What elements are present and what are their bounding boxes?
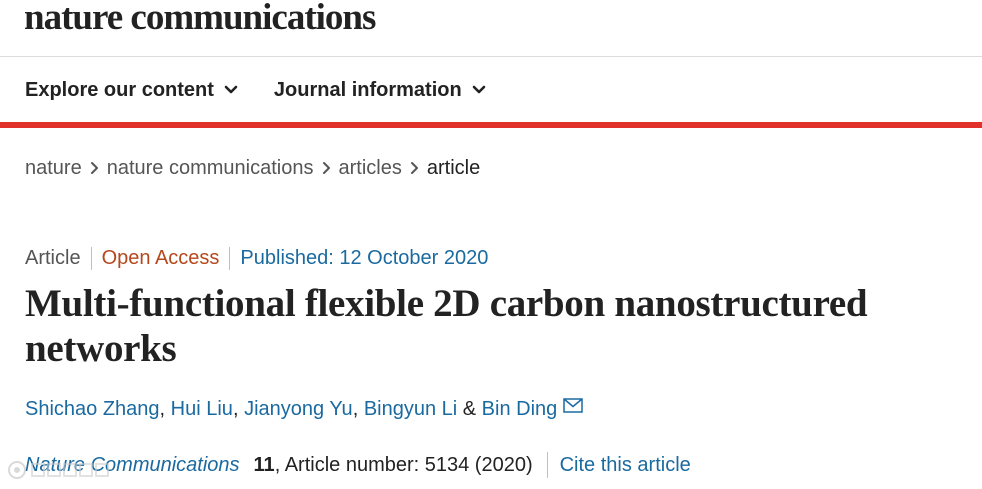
email-icon[interactable] xyxy=(563,397,584,413)
main-nav: Explore our content Journal information xyxy=(0,58,982,122)
explore-content-menu[interactable]: Explore our content xyxy=(25,79,238,102)
published-date: Published: 12 October 2020 xyxy=(240,246,489,269)
volume-number: 11 xyxy=(253,453,275,476)
citation-divider xyxy=(546,452,548,478)
watermark-logo xyxy=(8,461,109,479)
author-separator: , xyxy=(232,397,245,420)
journal-information-menu[interactable]: Journal information xyxy=(274,79,486,102)
chevron-down-icon xyxy=(472,85,486,94)
author-link[interactable]: Bin Ding xyxy=(482,398,558,421)
breadcrumb-article: article xyxy=(426,156,481,179)
explore-content-label: Explore our content xyxy=(25,78,214,101)
accent-bar xyxy=(0,122,982,128)
article-type: Article xyxy=(25,246,92,270)
header-divider xyxy=(0,56,982,57)
breadcrumb-nature-communications[interactable]: nature communications xyxy=(107,157,314,180)
author-link[interactable]: Shichao Zhang xyxy=(25,398,160,421)
author-separator: , xyxy=(352,397,364,420)
article-title: Multi-functional flexible 2D carbon nano… xyxy=(25,282,868,370)
chevron-right-icon xyxy=(322,161,331,175)
author-link[interactable]: Bingyun Li xyxy=(364,398,457,421)
author-link[interactable]: Jianyong Yu xyxy=(244,398,353,421)
breadcrumb: nature nature communications articles ar… xyxy=(25,154,480,182)
chevron-right-icon xyxy=(410,161,419,175)
article-number: , Article number: 5134 (2020) xyxy=(274,453,533,476)
breadcrumb-articles[interactable]: articles xyxy=(339,157,402,180)
journal-information-label: Journal information xyxy=(273,78,462,101)
article-meta: Article Open Access Published: 12 Octobe… xyxy=(25,243,488,273)
author-separator: , xyxy=(159,397,171,420)
author-list: Shichao Zhang , Hui Liu , Jianyong Yu , … xyxy=(25,395,584,423)
open-access-badge: Open Access xyxy=(92,246,231,270)
breadcrumb-nature[interactable]: nature xyxy=(25,157,82,180)
chevron-down-icon xyxy=(224,85,238,94)
cite-this-article-link[interactable]: Cite this article xyxy=(560,454,691,477)
chevron-right-icon xyxy=(90,161,99,175)
author-link[interactable]: Hui Liu xyxy=(171,398,233,421)
site-logo[interactable]: nature communications xyxy=(24,0,376,42)
author-and: & xyxy=(457,397,482,420)
